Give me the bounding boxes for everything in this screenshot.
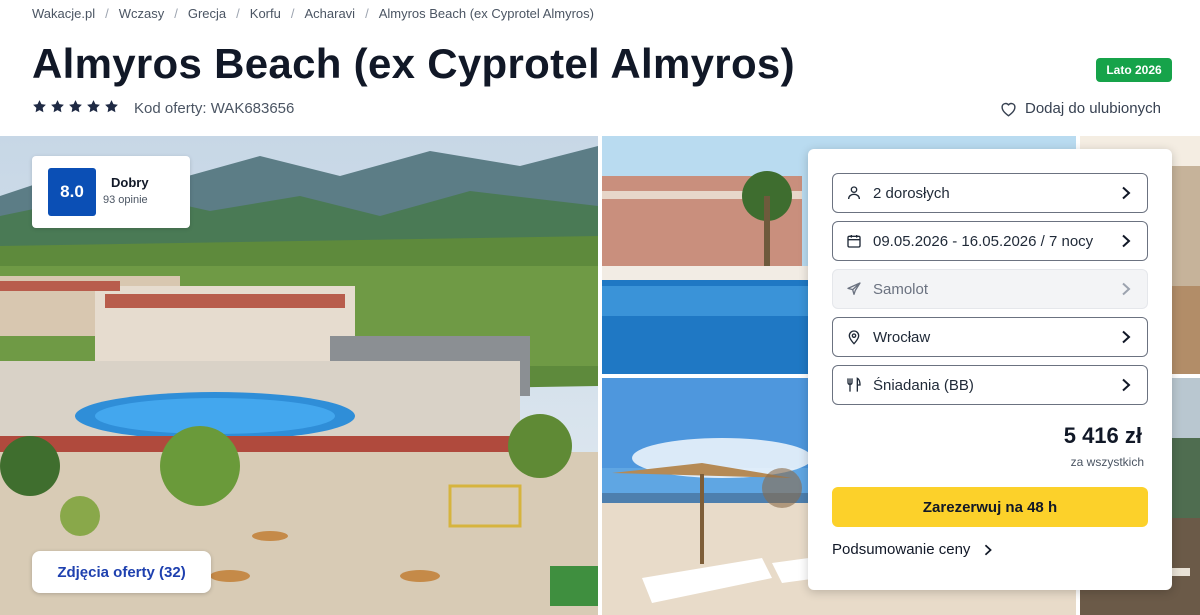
board-value: Śniadania (BB) [873,376,974,394]
chevron-right-icon [1122,186,1131,200]
rating-score: 8.0 [48,168,96,216]
star-icon [51,100,64,113]
travelers-value: 2 dorosłych [873,184,950,202]
price-summary-label: Podsumowanie ceny [832,541,971,558]
dates-value: 09.05.2026 - 16.05.2026 / 7 nocy [873,232,1094,250]
heart-icon [1001,102,1016,116]
star-icon [69,100,82,113]
page-title: Almyros Beach (ex Cyprotel Almyros) [32,40,795,87]
transport-value: Samolot [873,280,929,298]
breadcrumb: Wakacje.pl / Wczasy / Grecja / Korfu / A… [32,6,594,21]
fork-knife-icon [845,376,863,394]
booking-panel: 2 dorosłych 09.05.2026 - 16.05.2026 / 7 … [808,149,1172,590]
star-rating [32,99,119,114]
departure-value: Wrocław [873,328,931,346]
rating-label: Dobry [111,175,149,190]
board-select[interactable]: Śniadania (BB) [832,365,1148,405]
location-pin-icon [845,328,863,346]
star-icon [33,100,46,113]
add-to-favorites-label: Dodaj do ulubionych [1025,100,1161,117]
breadcrumb-item-wczasy[interactable]: Wczasy [119,6,165,21]
calendar-icon [845,232,863,250]
plane-icon [845,280,863,298]
reserve-button[interactable]: Zarezerwuj na 48 h [832,487,1148,527]
chevron-right-icon [1122,378,1131,392]
chevron-right-icon [1122,234,1131,248]
person-icon [845,184,863,202]
breadcrumb-item-hotel[interactable]: Almyros Beach (ex Cyprotel Almyros) [379,6,594,21]
total-price: 5 416 zł [1063,423,1142,448]
breadcrumb-item-acharavi[interactable]: Acharavi [304,6,355,21]
star-icon [105,100,118,113]
breadcrumb-item-grecja[interactable]: Grecja [188,6,226,21]
star-icon [87,100,100,113]
dates-select[interactable]: 09.05.2026 - 16.05.2026 / 7 nocy [832,221,1148,261]
chevron-right-icon [985,544,993,555]
breadcrumb-item-korfu[interactable]: Korfu [250,6,281,21]
price-note: za wszystkich [1070,455,1144,469]
breadcrumb-separator: / [174,6,178,21]
rating-card[interactable]: 8.0 Dobry 93 opinie [32,156,190,228]
transport-select[interactable]: Samolot [832,269,1148,309]
travelers-select[interactable]: 2 dorosłych [832,173,1148,213]
breadcrumb-item-wakacje[interactable]: Wakacje.pl [32,6,95,21]
chevron-right-icon [1122,330,1131,344]
rating-count: 93 opinie [103,194,148,206]
breadcrumb-separator: / [290,6,295,21]
breadcrumb-separator: / [105,6,109,21]
offer-photos-button[interactable]: Zdjęcia oferty (32) [32,551,211,593]
price-summary-link[interactable]: Podsumowanie ceny [832,541,994,558]
add-to-favorites-button[interactable]: Dodaj do ulubionych [1000,100,1161,117]
departure-select[interactable]: Wrocław [832,317,1148,357]
season-badge: Lato 2026 [1096,58,1172,82]
breadcrumb-separator: / [236,6,240,21]
offer-code: Kod oferty: WAK683656 [134,100,295,117]
chevron-right-icon [1122,282,1131,296]
breadcrumb-separator: / [365,6,369,21]
